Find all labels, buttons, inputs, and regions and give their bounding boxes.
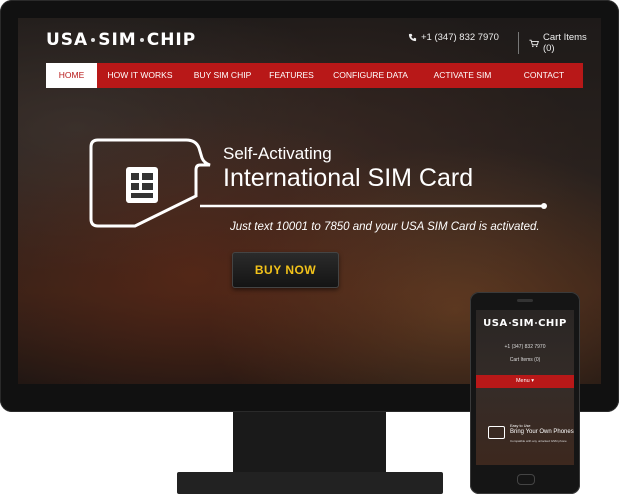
mobile-cart-link[interactable]: Cart Items (0)	[476, 357, 574, 363]
mobile-phone-number[interactable]: +1 (347) 832 7970	[476, 344, 574, 350]
phone-speaker	[517, 299, 533, 302]
buy-now-button[interactable]: BUY NOW	[232, 252, 339, 288]
hero-title: International SIM Card	[223, 164, 474, 192]
mobile-menu-button[interactable]: Menu ▾	[476, 375, 574, 388]
cart-icon	[529, 39, 539, 47]
nav-item-features[interactable]: FEATURES	[262, 63, 321, 88]
nav-item-configure-data[interactable]: CONFIGURE DATA	[321, 63, 420, 88]
hero-description: Just text 10001 to 7850 and your USA SIM…	[230, 221, 540, 233]
chevron-down-icon: ▾	[531, 378, 535, 384]
mobile-sim-card-icon	[488, 426, 505, 439]
logo-dot	[535, 322, 538, 324]
monitor-stand-base	[177, 472, 443, 494]
mobile-hero-text: Compatible with any unlocked GSM phone	[510, 439, 567, 443]
header-phone-number: +1 (347) 832 7970	[421, 32, 499, 43]
hero-subtitle: Self-Activating	[223, 144, 332, 163]
nav-item-how-it-works[interactable]: HOW IT WORKS	[97, 63, 183, 88]
logo-dot	[139, 38, 144, 42]
phone-icon	[408, 33, 417, 42]
main-nav: HOME HOW IT WORKS BUY SIM CHIP FEATURES …	[46, 63, 583, 88]
header-cart[interactable]: Cart Items (0)	[518, 32, 601, 54]
monitor-stand-neck	[233, 412, 386, 476]
mobile-menu-label: Menu	[515, 378, 530, 384]
logo-dot	[91, 38, 96, 42]
mobile-hero-subtitle: Easy to Use	[510, 424, 531, 428]
logo-part-chip: CHIP	[146, 30, 197, 50]
mobile-device: USA SIM CHIP +1 (347) 832 7970 Cart Items …	[470, 292, 580, 494]
logo-dot	[508, 322, 511, 324]
mobile-logo[interactable]: USA SIM CHIP	[476, 318, 574, 329]
logo-part-usa: USA	[46, 30, 89, 50]
nav-item-buy-sim-chip[interactable]: BUY SIM CHIP	[183, 63, 262, 88]
nav-item-contact[interactable]: CONTACT	[505, 63, 583, 88]
mobile-hero-title: Bring Your Own Phones	[510, 429, 574, 435]
nav-item-home[interactable]: HOME	[46, 63, 97, 88]
mobile-logo-part-chip: CHIP	[538, 318, 567, 329]
mobile-logo-part-sim: SIM	[511, 318, 535, 329]
phone-home-button[interactable]	[517, 474, 535, 485]
header-phone[interactable]: +1 (347) 832 7970	[408, 32, 499, 43]
site-header: USA SIM CHIP +1 (347) 832 7970 Cart Items …	[18, 18, 601, 63]
header-cart-label: Cart Items (0)	[542, 32, 587, 54]
logo-part-sim: SIM	[98, 30, 137, 50]
mobile-logo-part-usa: USA	[483, 318, 508, 329]
mobile-screen: USA SIM CHIP +1 (347) 832 7970 Cart Items …	[476, 310, 574, 465]
site-logo[interactable]: USA SIM CHIP	[46, 30, 196, 50]
nav-item-activate-sim[interactable]: ACTIVATE SIM	[420, 63, 505, 88]
